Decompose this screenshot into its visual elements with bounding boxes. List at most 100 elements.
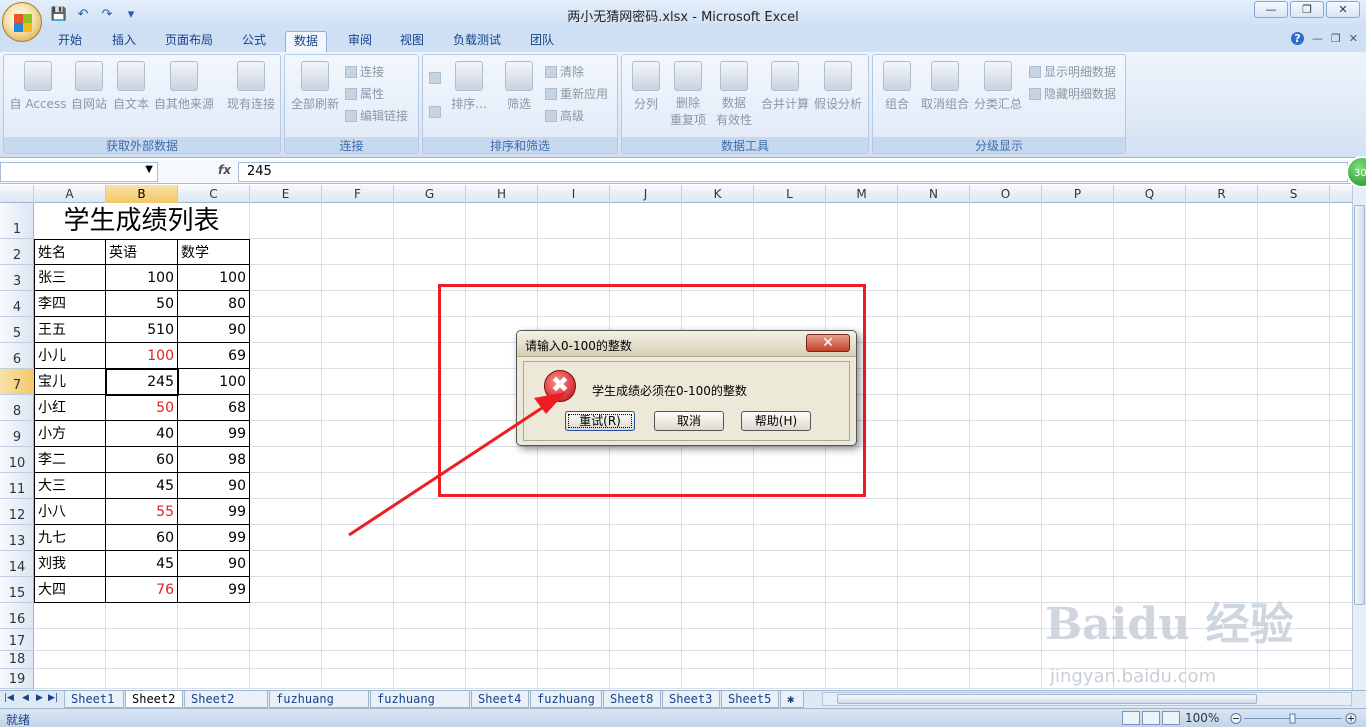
column-header-H[interactable]: H: [466, 185, 538, 203]
text-to-columns-button[interactable]: 分列: [626, 61, 666, 112]
row-header-3[interactable]: 3: [0, 265, 34, 291]
existing-connections-button[interactable]: 现有连接: [224, 61, 278, 112]
row-header-6[interactable]: 6: [0, 343, 34, 369]
select-all-corner[interactable]: [0, 185, 34, 203]
redo-icon[interactable]: ↷: [98, 5, 116, 23]
table-cell-math[interactable]: 69: [178, 343, 250, 369]
tab-view[interactable]: 视图: [392, 31, 432, 52]
table-cell-math[interactable]: 99: [178, 421, 250, 447]
column-header-I[interactable]: I: [538, 185, 610, 203]
restore-button[interactable]: ❐: [1290, 1, 1324, 18]
sheet-tab[interactable]: fuzhuang: [530, 691, 602, 708]
row-header-14[interactable]: 14: [0, 551, 34, 577]
horizontal-scrollbar[interactable]: [822, 692, 1352, 706]
row-header-15[interactable]: 15: [0, 577, 34, 603]
column-header-A[interactable]: A: [34, 185, 106, 203]
row-header-7[interactable]: 7: [0, 369, 34, 395]
vertical-scrollbar[interactable]: [1352, 185, 1366, 690]
from-text-button[interactable]: 自文本: [110, 61, 152, 112]
column-header-K[interactable]: K: [682, 185, 754, 203]
customize-qat-icon[interactable]: ▾: [122, 5, 140, 23]
column-header-M[interactable]: M: [826, 185, 898, 203]
subtotal-button[interactable]: 分类汇总: [973, 61, 1023, 112]
hide-detail-button[interactable]: 隐藏明细数据: [1029, 85, 1116, 102]
column-header-P[interactable]: P: [1042, 185, 1114, 203]
table-cell-english[interactable]: 50: [106, 395, 178, 421]
ungroup-button[interactable]: 取消组合: [919, 61, 971, 112]
sheet-tab[interactable]: Sheet8: [603, 691, 661, 708]
table-cell-english[interactable]: 60: [106, 525, 178, 551]
retry-button[interactable]: 重试(R): [565, 411, 635, 431]
group-button[interactable]: 组合: [877, 61, 917, 112]
table-cell-name[interactable]: 王五: [34, 317, 106, 343]
show-detail-button[interactable]: 显示明细数据: [1029, 63, 1116, 80]
connections-button[interactable]: 连接: [345, 63, 384, 80]
formula-input[interactable]: 245: [238, 162, 1348, 182]
from-web-button[interactable]: 自网站: [68, 61, 110, 112]
properties-button[interactable]: 属性: [345, 85, 384, 102]
table-cell-english[interactable]: 100: [106, 265, 178, 291]
cancel-button[interactable]: 取消: [654, 411, 724, 431]
row-header-11[interactable]: 11: [0, 473, 34, 499]
refresh-all-button[interactable]: 全部刷新: [287, 61, 343, 112]
table-cell-math[interactable]: 99: [178, 499, 250, 525]
table-cell-math[interactable]: 90: [178, 317, 250, 343]
column-header-J[interactable]: J: [610, 185, 682, 203]
table-cell-english[interactable]: 60: [106, 447, 178, 473]
table-cell-name[interactable]: 李四: [34, 291, 106, 317]
table-title[interactable]: 学生成绩列表: [34, 203, 249, 239]
zoom-level[interactable]: 100%: [1185, 711, 1219, 725]
name-box-dropdown-icon[interactable]: ▼: [145, 164, 153, 175]
zoom-slider[interactable]: [1230, 713, 1358, 724]
row-header-13[interactable]: 13: [0, 525, 34, 551]
table-cell-english[interactable]: 55: [106, 499, 178, 525]
row-header-19[interactable]: 19: [0, 669, 34, 689]
dialog-close-button[interactable]: ✕: [806, 334, 850, 352]
column-header-G[interactable]: G: [394, 185, 466, 203]
table-cell-english[interactable]: 76: [106, 577, 178, 603]
column-header-R[interactable]: R: [1186, 185, 1258, 203]
ribbon-minimize-button[interactable]: —: [1312, 32, 1323, 45]
office-button[interactable]: [2, 2, 42, 42]
name-box[interactable]: ▼: [0, 162, 158, 182]
sheet-tab[interactable]: Sheet5: [721, 691, 779, 708]
table-cell-name[interactable]: 小儿: [34, 343, 106, 369]
table-cell-math[interactable]: 99: [178, 525, 250, 551]
table-cell-math[interactable]: 99: [178, 577, 250, 603]
table-cell-name[interactable]: 小红: [34, 395, 106, 421]
row-header-8[interactable]: 8: [0, 395, 34, 421]
sort-desc-button[interactable]: [429, 105, 444, 119]
row-header-9[interactable]: 9: [0, 421, 34, 447]
from-other-sources-button[interactable]: 自其他来源: [152, 61, 216, 112]
table-cell-math[interactable]: 90: [178, 473, 250, 499]
table-cell-name[interactable]: 小方: [34, 421, 106, 447]
tab-team[interactable]: 团队: [522, 31, 562, 52]
what-if-analysis-button[interactable]: 假设分析: [812, 61, 864, 112]
table-cell-math[interactable]: 98: [178, 447, 250, 473]
column-header-Q[interactable]: Q: [1114, 185, 1186, 203]
ribbon-close-button[interactable]: ✕: [1349, 32, 1358, 45]
table-cell-math[interactable]: 100: [178, 265, 250, 291]
row-header-16[interactable]: 16: [0, 603, 34, 629]
table-cell-english[interactable]: 100: [106, 343, 178, 369]
insert-sheet-icon[interactable]: ✱: [780, 691, 804, 708]
table-header-cell[interactable]: 数学: [178, 239, 250, 265]
horizontal-scroll-thumb[interactable]: [837, 694, 1257, 704]
table-cell-name[interactable]: 刘我: [34, 551, 106, 577]
column-header-L[interactable]: L: [754, 185, 826, 203]
save-icon[interactable]: 💾: [50, 5, 68, 23]
normal-view-icon[interactable]: [1122, 711, 1140, 725]
table-cell-name[interactable]: 大四: [34, 577, 106, 603]
reapply-button[interactable]: 重新应用: [545, 85, 608, 102]
table-cell-name[interactable]: 宝儿: [34, 369, 106, 395]
table-cell-math[interactable]: 100: [178, 369, 250, 395]
last-sheet-icon[interactable]: ▶|: [48, 693, 58, 703]
tab-home[interactable]: 开始: [50, 31, 90, 52]
table-cell-english[interactable]: 40: [106, 421, 178, 447]
table-cell-name[interactable]: 张三: [34, 265, 106, 291]
tab-insert[interactable]: 插入: [104, 31, 144, 52]
fx-icon[interactable]: fx: [218, 163, 231, 177]
table-cell-english[interactable]: 45: [106, 551, 178, 577]
tab-load-test[interactable]: 负载测试: [445, 31, 509, 52]
table-header-cell[interactable]: 英语: [106, 239, 178, 265]
